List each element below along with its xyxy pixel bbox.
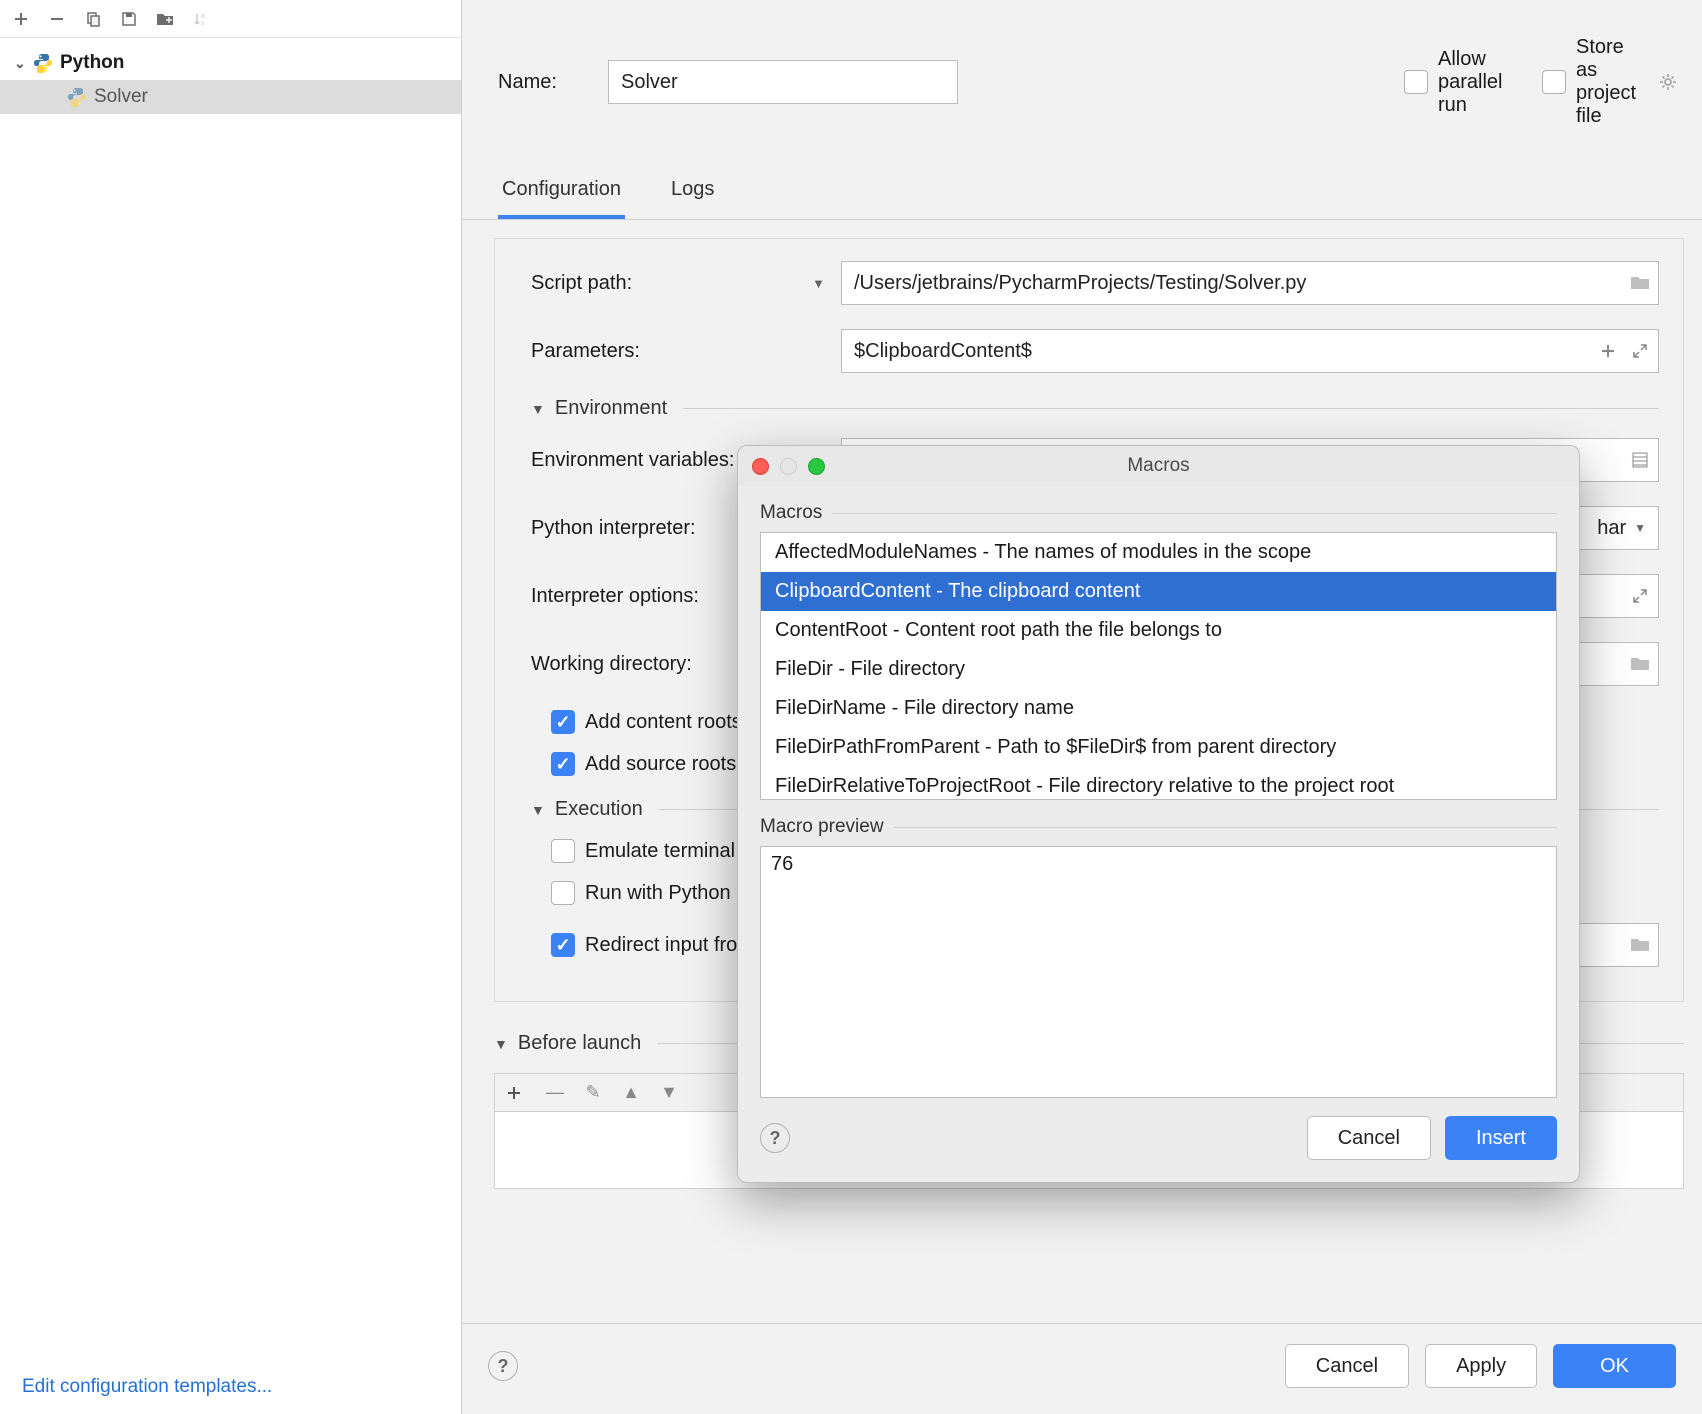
dialog-title: Macros [738,455,1579,477]
tree-node-label: Python [60,52,124,74]
checkbox-label: Redirect input from: [585,934,760,957]
browse-icon[interactable] [1629,653,1651,675]
environment-section-header[interactable]: ▼ Environment [531,397,1659,420]
name-input[interactable] [608,60,958,104]
macro-item[interactable]: FileDirName - File directory name [761,689,1556,728]
bl-remove-button[interactable]: — [545,1082,565,1103]
caret-down-icon: ▼ [531,802,545,818]
add-config-button[interactable] [10,8,32,30]
config-tree: ⌄ Python Solver [0,38,461,1360]
modal-cancel-button[interactable]: Cancel [1307,1116,1431,1160]
checkbox-label: Allow parallel run [1438,48,1502,117]
apply-button[interactable]: Apply [1425,1344,1537,1388]
tree-node-python[interactable]: ⌄ Python [0,46,461,80]
tree-node-solver[interactable]: Solver [0,80,461,114]
macro-item[interactable]: ClipboardContent - The clipboard content [761,572,1556,611]
dropdown-icon[interactable]: ▼ [812,276,825,291]
expand-icon[interactable] [1629,340,1651,362]
insert-macro-icon[interactable] [1597,340,1619,362]
list-icon[interactable] [1629,449,1651,471]
checkbox-icon [551,881,575,905]
caret-down-icon: ▼ [494,1036,508,1052]
sort-config-button[interactable]: az [190,8,212,30]
python-icon [66,86,88,108]
dialog-footer: ? Cancel Apply OK [462,1323,1702,1414]
checkbox-icon [551,710,575,734]
copy-config-button[interactable] [82,8,104,30]
bl-edit-button[interactable]: ✎ [583,1082,603,1103]
tree-node-label: Solver [94,86,148,108]
script-path-input[interactable] [841,261,1659,305]
allow-parallel-checkbox[interactable]: Allow parallel run [1404,48,1494,117]
macro-item[interactable]: FileDirPathFromParent - Path to $FileDir… [761,728,1556,767]
save-config-button[interactable] [118,8,140,30]
gear-icon[interactable] [1658,72,1678,92]
checkbox-icon [551,839,575,863]
name-label: Name: [498,71,588,94]
store-project-checkbox[interactable]: Store as project file [1542,36,1632,128]
python-icon [32,52,54,74]
caret-down-icon: ⌄ [14,55,26,72]
folder-config-button[interactable] [154,8,176,30]
dropdown-icon: ▼ [1634,521,1646,535]
svg-text:z: z [201,20,205,27]
checkbox-icon [551,752,575,776]
tabs: Configuration Logs [462,128,1702,220]
help-button[interactable]: ? [488,1351,518,1381]
macros-list-label: Macros [760,502,1557,524]
bl-up-button[interactable]: ▲ [621,1082,641,1103]
parameters-label: Parameters: [531,340,831,363]
modal-insert-button[interactable]: Insert [1445,1116,1557,1160]
browse-icon[interactable] [1629,934,1651,956]
macro-item[interactable]: FileDir - File directory [761,650,1556,689]
edit-templates-link[interactable]: Edit configuration templates... [22,1376,272,1397]
macro-item[interactable]: ContentRoot - Content root path the file… [761,611,1556,650]
bl-down-button[interactable]: ▼ [659,1082,679,1103]
expand-icon[interactable] [1629,585,1651,607]
tab-configuration[interactable]: Configuration [498,168,625,219]
script-path-label: Script path: ▼ [531,272,831,295]
macros-dialog: Macros Macros AffectedModuleNames - The … [737,445,1580,1183]
macro-preview-label: Macro preview [760,816,1557,838]
ok-button[interactable]: OK [1553,1344,1676,1388]
sidebar-toolbar: az [0,0,461,38]
dialog-titlebar[interactable]: Macros [738,446,1579,486]
parameters-input[interactable] [841,329,1659,373]
remove-config-button[interactable] [46,8,68,30]
macro-preview: 76 [760,846,1557,1098]
sidebar: az ⌄ Python Solver Edit configuration te… [0,0,462,1414]
macros-list[interactable]: AffectedModuleNames - The names of modul… [760,532,1557,800]
macro-item[interactable]: FileDirRelativeToProjectRoot - File dire… [761,767,1556,800]
checkbox-label: Store as project file [1576,36,1636,128]
browse-icon[interactable] [1629,272,1651,294]
bl-add-button[interactable] [507,1086,527,1100]
tab-logs[interactable]: Logs [667,168,718,219]
checkbox-icon [1542,70,1566,94]
checkbox-icon [1404,70,1428,94]
macro-item[interactable]: AffectedModuleNames - The names of modul… [761,533,1556,572]
caret-down-icon: ▼ [531,401,545,417]
cancel-button[interactable]: Cancel [1285,1344,1409,1388]
help-button[interactable]: ? [760,1123,790,1153]
svg-text:a: a [201,13,205,20]
checkbox-icon [551,933,575,957]
